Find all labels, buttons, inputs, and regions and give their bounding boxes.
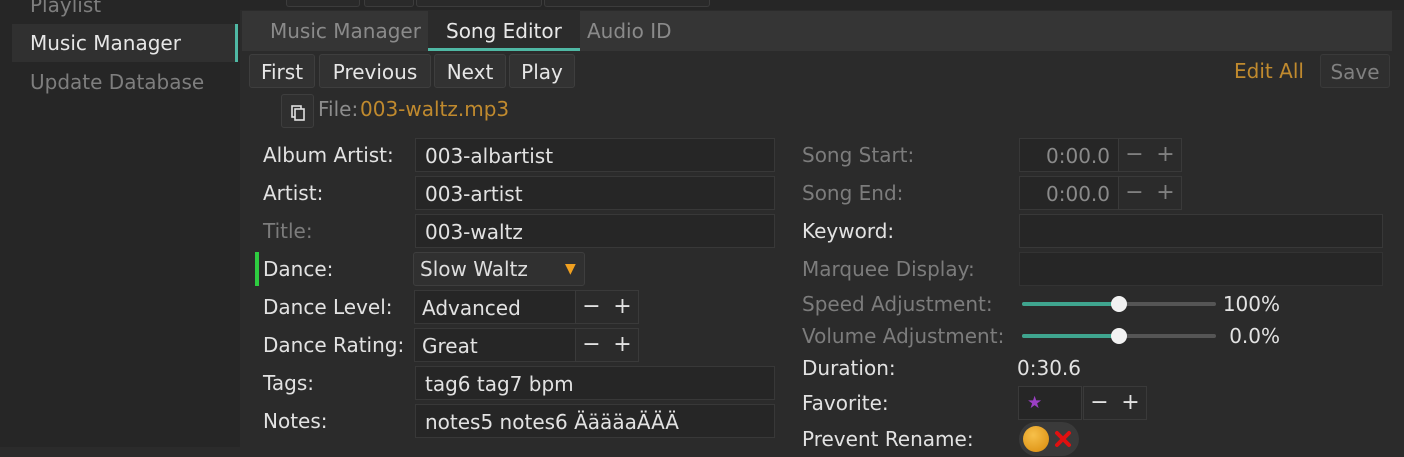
prevent-rename-toggle[interactable] <box>1019 422 1079 456</box>
marquee-display-field[interactable] <box>1019 252 1383 286</box>
favorite-selector[interactable]: ★ <box>1018 386 1082 420</box>
hidden-top-button[interactable] <box>286 0 360 7</box>
speed-slider[interactable] <box>1022 296 1216 312</box>
plus-icon[interactable]: + <box>1150 139 1181 171</box>
dance-rating-stepper: − + <box>575 328 639 362</box>
minus-icon[interactable]: − <box>1084 387 1115 419</box>
minus-icon[interactable]: − <box>576 291 607 323</box>
toggle-knob-icon <box>1023 426 1049 452</box>
plus-icon[interactable]: + <box>607 291 638 323</box>
minus-icon[interactable]: − <box>576 329 607 361</box>
previous-button[interactable]: Previous <box>319 54 431 88</box>
minus-icon[interactable]: − <box>1119 177 1150 209</box>
dance-level-field[interactable]: Advanced <box>414 290 576 324</box>
tab-audio-id[interactable]: Audio ID <box>569 11 690 51</box>
first-button[interactable]: First <box>249 54 315 88</box>
sidebar-item-update-database[interactable]: Update Database <box>12 63 238 101</box>
plus-icon[interactable]: + <box>1150 177 1181 209</box>
keyword-label: Keyword: <box>802 219 895 243</box>
volume-slider-fill <box>1022 334 1119 338</box>
save-button[interactable]: Save <box>1320 54 1390 88</box>
tab-song-editor[interactable]: Song Editor <box>428 11 580 51</box>
sidebar-item-playlist-management[interactable]: Playlist Management <box>12 0 238 55</box>
speed-value: 100% <box>1222 292 1280 316</box>
tab-label: Music Manager <box>270 19 421 43</box>
prevent-rename-label: Prevent Rename: <box>802 427 974 451</box>
edit-all-button[interactable]: Edit All <box>1226 54 1312 88</box>
sidebar-item-label: Update Database <box>30 70 205 94</box>
tab-bar: Music Manager Song Editor Audio ID <box>242 11 1392 51</box>
tab-label: Audio ID <box>587 19 672 43</box>
notes-field[interactable]: notes5 notes6 ÄäääaÄÄÄ <box>415 404 775 438</box>
dance-dropdown-value: Slow Waltz <box>420 257 528 281</box>
close-icon <box>1055 431 1071 447</box>
star-icon: ★ <box>1027 393 1043 413</box>
song-end-label: Song End: <box>802 181 904 205</box>
speed-adjustment-label: Speed Adjustment: <box>802 292 993 316</box>
title-field[interactable]: 003-waltz <box>415 214 775 248</box>
dance-level-label: Dance Level: <box>263 295 393 319</box>
dance-rating-field[interactable]: Great <box>414 328 576 362</box>
tags-field[interactable]: tag6 tag7 bpm <box>415 366 775 400</box>
album-artist-label: Album Artist: <box>263 143 394 167</box>
play-button[interactable]: Play <box>509 54 575 88</box>
song-start-stepper: − + <box>1118 138 1182 172</box>
dance-required-marker <box>255 252 259 286</box>
speed-slider-fill <box>1022 302 1119 306</box>
volume-adjustment-label: Volume Adjustment: <box>802 324 1005 348</box>
tags-label: Tags: <box>263 371 315 395</box>
artist-field[interactable]: 003-artist <box>415 176 775 210</box>
song-start-label: Song Start: <box>802 143 915 167</box>
volume-value: 0.0% <box>1229 324 1280 348</box>
chevron-down-icon: ▼ <box>565 261 576 277</box>
favorite-label: Favorite: <box>802 391 889 415</box>
volume-slider[interactable] <box>1022 328 1216 344</box>
sidebar-item-music-manager[interactable]: Music Manager <box>12 24 238 62</box>
artist-label: Artist: <box>263 181 324 205</box>
dance-level-stepper: − + <box>575 290 639 324</box>
copy-icon <box>291 105 305 121</box>
plus-icon[interactable]: + <box>607 329 638 361</box>
file-name: 003-waltz.mp3 <box>360 97 510 121</box>
song-end-field[interactable]: 0:00.0 <box>1019 176 1119 210</box>
tab-label: Song Editor <box>446 19 562 43</box>
dance-label: Dance: <box>263 257 334 281</box>
song-start-field[interactable]: 0:00.0 <box>1019 138 1119 172</box>
tab-music-manager[interactable]: Music Manager <box>252 11 439 51</box>
keyword-field[interactable] <box>1019 214 1383 248</box>
dance-dropdown[interactable]: Slow Waltz ▼ <box>413 252 585 286</box>
marquee-display-label: Marquee Display: <box>802 257 975 281</box>
sidebar-item-label: Music Manager <box>30 31 181 55</box>
notes-label: Notes: <box>263 409 328 433</box>
next-button[interactable]: Next <box>434 54 506 88</box>
file-label: File: <box>318 97 359 121</box>
song-end-stepper: − + <box>1118 176 1182 210</box>
speed-slider-handle[interactable] <box>1111 296 1127 312</box>
hidden-top-button[interactable] <box>544 0 710 7</box>
dance-rating-label: Dance Rating: <box>263 333 405 357</box>
favorite-stepper: − + <box>1083 386 1147 420</box>
plus-icon[interactable]: + <box>1115 387 1146 419</box>
hidden-top-button[interactable] <box>416 0 542 7</box>
hidden-top-button[interactable] <box>364 0 414 7</box>
title-label: Title: <box>263 219 313 243</box>
duration-value: 0:30.6 <box>1017 356 1081 380</box>
copy-button[interactable] <box>281 94 314 128</box>
sidebar: Playlist Management Music Manager Update… <box>0 0 240 447</box>
duration-label: Duration: <box>802 356 896 380</box>
top-strip <box>240 0 1404 10</box>
album-artist-field[interactable]: 003-albartist <box>415 138 775 172</box>
volume-slider-handle[interactable] <box>1111 328 1127 344</box>
minus-icon[interactable]: − <box>1119 139 1150 171</box>
